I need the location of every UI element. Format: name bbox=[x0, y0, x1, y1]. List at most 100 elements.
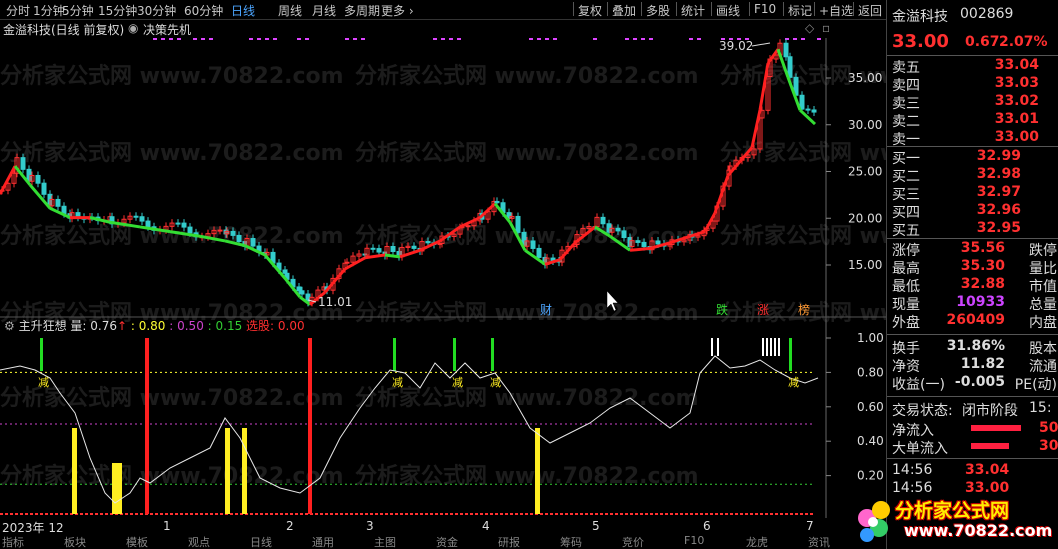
bottom-tab[interactable]: 指标 bbox=[2, 534, 24, 549]
candle bbox=[175, 222, 181, 225]
event-marker[interactable]: 涨 bbox=[757, 302, 769, 317]
bottom-tab[interactable]: 板块 bbox=[64, 534, 86, 549]
period-tab[interactable]: 1分钟 bbox=[33, 2, 65, 19]
toolbar-button[interactable]: 画线 bbox=[716, 2, 740, 19]
toolbar-button[interactable]: 返回 bbox=[858, 2, 882, 19]
period-tab[interactable]: 30分钟 bbox=[137, 2, 176, 19]
period-toolbar: 分时 1分钟 5分钟 15分钟 30分钟 60分钟 日线 周线 月线 多周期 更多 › 复权 叠加 多股统… bbox=[0, 0, 886, 20]
bottom-tab[interactable]: 龙虎 bbox=[746, 534, 768, 549]
toolbar-button[interactable]: +自选 bbox=[819, 2, 853, 19]
signal-bar bbox=[453, 338, 456, 371]
candle bbox=[655, 240, 661, 245]
indicator-toggle-icon[interactable]: ◉ bbox=[128, 21, 138, 35]
bottom-tab[interactable]: F10 bbox=[684, 534, 704, 547]
signal-dot bbox=[649, 38, 653, 40]
event-marker[interactable]: 财 bbox=[540, 303, 552, 317]
indicator-chart[interactable]: ⚙ 主升狂想 量: 0.76↑ : 0.80 : 0.50 : 0.15 选股:… bbox=[0, 318, 886, 518]
toolbar-button[interactable]: 统计 bbox=[681, 2, 705, 19]
bid-row: 买二 32.98 bbox=[887, 166, 1058, 185]
stat-row-value: 11.82 bbox=[960, 356, 1005, 372]
signal-bar bbox=[112, 463, 117, 514]
flow-bar bbox=[971, 425, 1021, 431]
candle bbox=[187, 226, 193, 234]
stat-row-label2: 量比 bbox=[1029, 261, 1057, 277]
period-tab[interactable]: 60分钟 bbox=[184, 2, 223, 19]
y-tick-label: 0.40 bbox=[857, 434, 884, 448]
bottom-tab[interactable]: 资金 bbox=[436, 534, 458, 549]
bottom-tab[interactable]: 观点 bbox=[188, 534, 210, 549]
candle bbox=[799, 94, 805, 110]
bottom-tab[interactable]: 资讯 bbox=[808, 534, 830, 549]
reduce-signal-label: 减 bbox=[452, 376, 463, 389]
candle bbox=[250, 238, 256, 247]
period-tab[interactable]: 更多 › bbox=[381, 2, 414, 19]
signal-dot bbox=[169, 38, 173, 40]
candlestick-chart[interactable]: 35.00 30.00 25.00 20.00 15.00 39.02 11.01 财 跌 涨 榜 bbox=[0, 38, 886, 318]
bottom-tab[interactable]: 筹码 bbox=[560, 534, 582, 549]
stat-row-value: 35.56 bbox=[960, 240, 1005, 256]
bottom-tab[interactable]: 模板 bbox=[126, 534, 148, 549]
event-marker[interactable]: 榜 bbox=[798, 302, 810, 317]
candle bbox=[145, 220, 151, 228]
trend-line bbox=[199, 234, 226, 243]
bid-row-label: 买五 bbox=[892, 223, 920, 239]
period-tab[interactable]: 15分钟 bbox=[98, 2, 137, 19]
period-tab[interactable]: 月线 bbox=[312, 2, 336, 19]
signal-dot bbox=[345, 38, 349, 40]
bottom-tab[interactable]: 研报 bbox=[498, 534, 520, 549]
date-axis-label: 2 bbox=[286, 519, 294, 533]
bottom-tab[interactable]: 主图 bbox=[374, 534, 396, 549]
event-marker[interactable]: 跌 bbox=[716, 302, 728, 317]
signal-dot bbox=[177, 38, 181, 40]
toolbar-button[interactable]: 标记 bbox=[788, 2, 812, 19]
stat-row-label: 最低 bbox=[892, 279, 920, 295]
quote-panel: 金溢科技 002869 33.00 0.67 2.07% 交易状态: 闭市阶段 … bbox=[886, 0, 1058, 549]
period-tab[interactable]: 多周期 bbox=[344, 2, 380, 19]
signal-bar bbox=[774, 338, 776, 356]
signal-dot bbox=[633, 38, 637, 40]
up-arrow-icon: ↑ bbox=[117, 319, 131, 333]
bottom-tab[interactable]: 通用 bbox=[312, 534, 334, 549]
period-tab[interactable]: 周线 bbox=[278, 2, 302, 19]
signal-dot bbox=[153, 38, 157, 40]
flow-row: 大单流入 30 bbox=[887, 438, 1058, 457]
stat-row-label2: 市值 bbox=[1029, 279, 1057, 295]
logo-title: 分析家公式网 bbox=[895, 500, 1010, 522]
bid-row-label: 买一 bbox=[892, 151, 920, 167]
bottom-tab[interactable]: 日线 bbox=[250, 534, 272, 549]
stat-row: 现量 10933 总量 bbox=[887, 294, 1058, 313]
settings-icon[interactable]: ▫ bbox=[822, 21, 830, 35]
signal-dot bbox=[817, 38, 821, 40]
signal-bar bbox=[770, 338, 772, 356]
candle bbox=[230, 230, 236, 236]
toolbar-button[interactable]: 叠加 bbox=[612, 2, 636, 19]
tick-price: 33.04 bbox=[965, 462, 1010, 478]
bottom-tab[interactable]: 竞价 bbox=[622, 534, 644, 549]
trend-line bbox=[49, 206, 71, 219]
low-price-label: 11.01 bbox=[318, 295, 352, 309]
candle bbox=[139, 216, 145, 222]
signal-dot bbox=[193, 38, 197, 40]
period-tab[interactable]: 5分钟 bbox=[62, 2, 94, 19]
trend-line bbox=[439, 225, 461, 243]
stat-row-value: 31.86% bbox=[946, 338, 1005, 354]
ask-row-value: 33.01 bbox=[994, 111, 1039, 127]
toolbar-button[interactable]: 复权 bbox=[578, 2, 602, 19]
trade-time: 15: bbox=[1029, 400, 1052, 416]
indicator-line bbox=[0, 355, 819, 504]
flow-bar bbox=[971, 443, 1009, 449]
stat-row-label2: 跌停 bbox=[1029, 243, 1057, 259]
period-tab[interactable]: 分时 bbox=[6, 2, 30, 19]
y-tick-label: 0.60 bbox=[857, 400, 884, 414]
period-tab[interactable]: 日线 bbox=[231, 2, 255, 19]
logo-url: www.70822.com bbox=[904, 521, 1053, 540]
bid-row: 买三 32.97 bbox=[887, 184, 1058, 203]
signal-dot bbox=[697, 38, 701, 40]
diamond-icon[interactable]: ◇ bbox=[805, 21, 814, 35]
toolbar-button[interactable]: F10 bbox=[754, 2, 776, 16]
indicator-name[interactable]: 决策先机 bbox=[143, 21, 191, 38]
tick-time: 14:56 bbox=[892, 462, 933, 478]
signal-dot bbox=[297, 38, 301, 40]
toolbar-button[interactable]: 多股 bbox=[646, 2, 670, 19]
ask-row-label: 卖三 bbox=[892, 96, 920, 112]
